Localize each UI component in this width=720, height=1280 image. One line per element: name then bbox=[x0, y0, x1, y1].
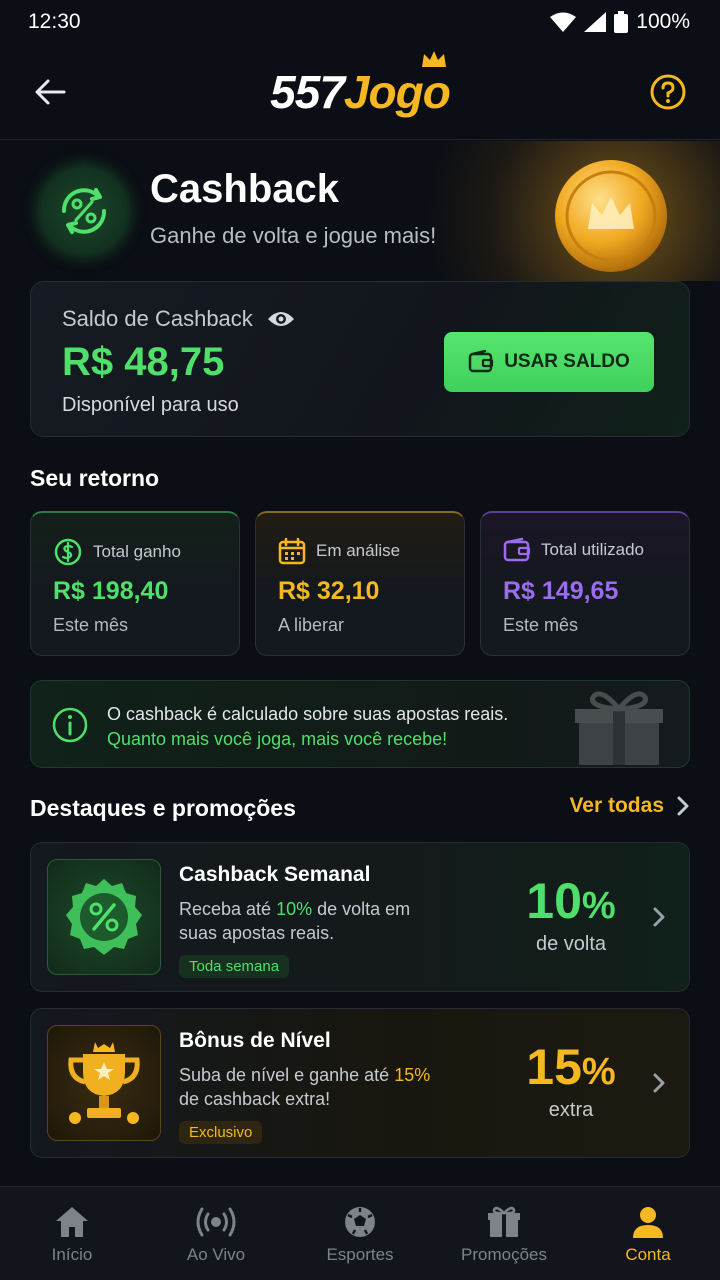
logo-brand: Jogo bbox=[343, 65, 451, 118]
wallet-icon bbox=[503, 537, 531, 562]
chevron-right-icon bbox=[653, 1073, 665, 1093]
nav-item-home[interactable]: Início bbox=[0, 1187, 144, 1280]
nav-item-live[interactable]: Ao Vivo bbox=[144, 1187, 288, 1280]
stat-value: R$ 198,40 bbox=[53, 577, 169, 605]
info-highlight: Quanto mais você joga, mais você recebe! bbox=[107, 729, 448, 749]
percent-badge-icon bbox=[66, 879, 142, 955]
cashback-badge bbox=[40, 167, 128, 255]
nav-label: Promoções bbox=[461, 1245, 547, 1264]
stat-value: R$ 32,10 bbox=[278, 577, 380, 605]
nav-item-account[interactable]: Conta bbox=[576, 1187, 720, 1280]
nav-label: Esportes bbox=[326, 1245, 394, 1264]
stat-card-under-review[interactable]: Em análise R$ 32,10 A liberar bbox=[255, 511, 465, 656]
signal-icon bbox=[584, 12, 607, 32]
status-bar: 12:30 100% bbox=[0, 0, 720, 44]
use-balance-button[interactable]: USAR SALDO bbox=[444, 332, 654, 392]
promo-description: Receba até 10% de volta em suas apostas … bbox=[179, 899, 411, 943]
promo-thumbnail bbox=[47, 859, 161, 975]
promo-percent: 15% bbox=[526, 1039, 616, 1095]
stat-card-total-earned[interactable]: Total ganho R$ 198,40 Este mês bbox=[30, 511, 240, 656]
promo-title: Bônus de Nível bbox=[179, 1029, 331, 1052]
wifi-icon bbox=[550, 12, 577, 32]
arrow-left-icon bbox=[35, 79, 66, 105]
gold-coin-icon bbox=[555, 160, 667, 272]
cashback-balance-card: Saldo de Cashback R$ 48,75 Disponível pa… bbox=[30, 281, 690, 437]
chevron-right-icon bbox=[677, 796, 689, 816]
promo-tag: Exclusivo bbox=[179, 1121, 263, 1144]
status-time: 12:30 bbox=[28, 10, 81, 33]
info-banner: O cashback é calculado sobre suas aposta… bbox=[30, 680, 690, 768]
stat-label: Total utilizado bbox=[541, 540, 645, 559]
user-icon bbox=[633, 1207, 663, 1238]
info-icon bbox=[52, 707, 88, 743]
stat-card-total-used[interactable]: Total utilizado R$ 149,65 Este mês bbox=[480, 511, 690, 656]
crown-icon bbox=[421, 50, 446, 67]
nav-item-sports[interactable]: Esportes bbox=[288, 1187, 432, 1280]
promo-percent: 10% bbox=[526, 873, 616, 929]
dollar-cycle-icon bbox=[54, 538, 82, 566]
live-icon bbox=[196, 1207, 236, 1237]
promo-tag: Toda semana bbox=[179, 955, 290, 978]
nav-label: Início bbox=[51, 1245, 93, 1264]
promo-title: Cashback Semanal bbox=[179, 863, 371, 886]
battery-icon bbox=[614, 11, 629, 33]
back-button[interactable] bbox=[30, 72, 70, 112]
gift-icon bbox=[488, 1206, 520, 1237]
stat-label: Total ganho bbox=[93, 542, 181, 561]
soccer-ball-icon bbox=[345, 1207, 375, 1237]
stat-sub: Este mês bbox=[53, 615, 129, 635]
chevron-right-icon bbox=[653, 907, 665, 927]
top-bar: 557 Jogo bbox=[0, 44, 720, 140]
stat-head: Total ganho bbox=[53, 537, 181, 567]
nav-item-promotions[interactable]: Promoções bbox=[432, 1187, 576, 1280]
nav-label: Conta bbox=[625, 1245, 671, 1264]
stat-value: R$ 149,65 bbox=[503, 577, 619, 605]
promo-card-weekly-cashback[interactable]: Cashback Semanal Receba até 10% de volta… bbox=[30, 842, 690, 992]
promo-card-level-bonus[interactable]: Bônus de Nível Suba de nível e ganhe até… bbox=[30, 1008, 690, 1158]
help-button[interactable] bbox=[648, 72, 688, 112]
page-subtitle: Ganhe de volta e jogue mais! bbox=[150, 223, 437, 248]
bottom-navigation: Início Ao Vivo Esportes Promoções Conta bbox=[0, 1186, 720, 1280]
page-title: Cashback bbox=[150, 167, 339, 211]
balance-amount: R$ 48,75 bbox=[62, 340, 225, 384]
cashback-hero: Cashback Ganhe de volta e jogue mais! bbox=[0, 141, 720, 281]
stat-sub: Este mês bbox=[503, 615, 579, 635]
nav-label: Ao Vivo bbox=[186, 1245, 246, 1264]
trophy-icon bbox=[68, 1042, 140, 1124]
promo-percent-caption: extra bbox=[548, 1099, 594, 1121]
wallet-icon bbox=[468, 350, 494, 373]
balance-note: Disponível para uso bbox=[62, 394, 239, 416]
promo-description: Suba de nível e ganhe até 15% de cashbac… bbox=[179, 1065, 431, 1109]
info-text: O cashback é calculado sobre suas aposta… bbox=[107, 704, 509, 724]
app-logo: 557 Jogo bbox=[270, 50, 451, 119]
eye-icon[interactable] bbox=[267, 309, 295, 329]
status-icons: 100% bbox=[550, 10, 690, 34]
use-balance-label: USAR SALDO bbox=[504, 351, 630, 372]
returns-section-title: Seu retorno bbox=[30, 465, 160, 491]
balance-label-row: Saldo de Cashback bbox=[62, 306, 295, 332]
home-icon bbox=[56, 1207, 88, 1237]
promotions-section-title: Destaques e promoções bbox=[30, 795, 296, 821]
promo-thumbnail bbox=[47, 1025, 161, 1141]
question-circle-icon bbox=[650, 74, 686, 110]
balance-label: Saldo de Cashback bbox=[62, 306, 253, 331]
stat-label: Em análise bbox=[316, 541, 401, 560]
stat-sub: A liberar bbox=[278, 615, 345, 635]
percent-cycle-icon bbox=[61, 188, 107, 234]
stat-head: Em análise bbox=[278, 537, 400, 565]
logo-number: 557 bbox=[270, 65, 345, 118]
gift-icon bbox=[575, 691, 663, 765]
stat-head: Total utilizado bbox=[503, 537, 644, 563]
see-all-label: Ver todas bbox=[569, 794, 664, 817]
see-all-link[interactable]: Ver todas bbox=[569, 794, 690, 818]
promo-percent-caption: de volta bbox=[535, 933, 607, 955]
calendar-icon bbox=[278, 537, 306, 565]
battery-percent: 100% bbox=[636, 10, 690, 33]
